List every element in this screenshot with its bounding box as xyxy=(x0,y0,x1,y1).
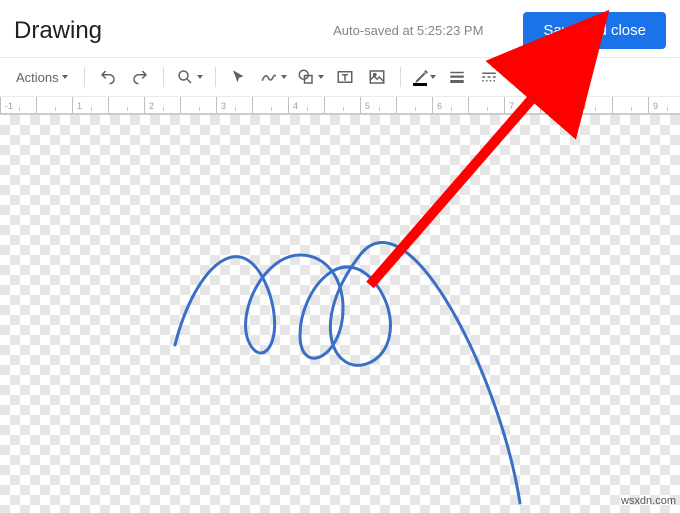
line-dash-button[interactable] xyxy=(474,62,504,92)
line-start-button[interactable] xyxy=(506,62,536,92)
ruler-tick xyxy=(540,97,576,113)
scribble-tool-button[interactable] xyxy=(256,62,291,92)
ruler-tick xyxy=(180,97,216,113)
ruler-tick: 8 xyxy=(576,97,612,113)
undo-button[interactable] xyxy=(93,62,123,92)
ruler-tick xyxy=(36,97,72,113)
ruler-tick: 2 xyxy=(144,97,180,113)
scribble-icon xyxy=(260,68,278,86)
line-weight-button[interactable] xyxy=(442,62,472,92)
ruler-tick xyxy=(396,97,432,113)
autosave-status: Auto-saved at 5:25:23 PM xyxy=(333,23,483,38)
line-end-button[interactable] xyxy=(538,62,568,92)
line-color-button[interactable] xyxy=(409,62,440,92)
chevron-down-icon xyxy=(197,75,203,79)
undo-icon xyxy=(99,68,117,86)
header: Drawing Auto-saved at 5:25:23 PM Save an… xyxy=(0,0,680,58)
separator xyxy=(84,67,85,87)
drawing-canvas[interactable] xyxy=(0,115,680,513)
pen-icon xyxy=(413,67,427,88)
chevron-down-icon xyxy=(318,75,324,79)
scribble-drawing xyxy=(0,115,680,513)
redo-button[interactable] xyxy=(125,62,155,92)
separator xyxy=(215,67,216,87)
redo-icon xyxy=(131,68,149,86)
select-tool-button[interactable] xyxy=(224,62,254,92)
ruler-tick: 1 xyxy=(72,97,108,113)
shape-tool-button[interactable] xyxy=(293,62,328,92)
shape-icon xyxy=(297,68,315,86)
ruler-tick: -1 xyxy=(0,97,36,113)
separator xyxy=(400,67,401,87)
chevron-down-icon xyxy=(62,75,68,79)
chevron-down-icon xyxy=(281,75,287,79)
actions-menu-button[interactable]: Actions xyxy=(8,62,76,92)
ruler-tick: 5 xyxy=(360,97,396,113)
ruler-tick: 6 xyxy=(432,97,468,113)
ruler-tick xyxy=(252,97,288,113)
ruler-tick xyxy=(108,97,144,113)
line-dash-icon xyxy=(480,68,498,86)
textbox-icon xyxy=(336,68,354,86)
cursor-icon xyxy=(230,68,248,86)
ruler-tick xyxy=(468,97,504,113)
image-icon xyxy=(368,68,386,86)
ruler-tick: 3 xyxy=(216,97,252,113)
page-title: Drawing xyxy=(14,17,102,45)
image-tool-button[interactable] xyxy=(362,62,392,92)
toolbar: Actions xyxy=(0,58,680,97)
zoom-button[interactable] xyxy=(172,62,207,92)
save-and-close-button[interactable]: Save and close xyxy=(523,12,666,49)
ruler-tick: 4 xyxy=(288,97,324,113)
line-weight-icon xyxy=(448,68,466,86)
ruler-tick: 9 xyxy=(648,97,680,113)
ruler-tick: 7 xyxy=(504,97,540,113)
watermark: wsxdn.com xyxy=(621,495,676,507)
zoom-icon xyxy=(176,68,194,86)
textbox-tool-button[interactable] xyxy=(330,62,360,92)
line-start-icon xyxy=(512,68,530,86)
ruler-tick xyxy=(324,97,360,113)
separator xyxy=(163,67,164,87)
horizontal-ruler: -1123456789101112131415161718 xyxy=(0,97,680,115)
line-end-icon xyxy=(544,68,562,86)
ruler-tick xyxy=(612,97,648,113)
actions-label: Actions xyxy=(16,70,59,85)
